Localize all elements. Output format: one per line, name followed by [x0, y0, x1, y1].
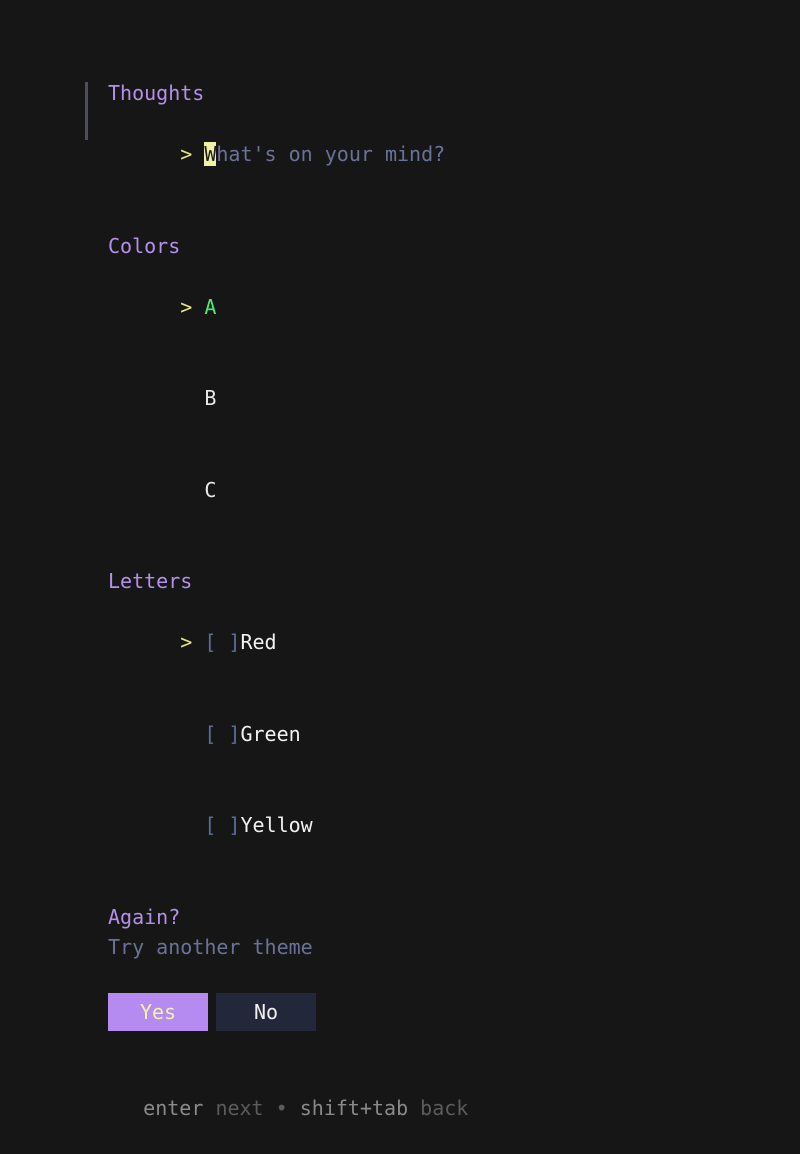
cursor-marker-placeholder — [180, 383, 204, 414]
select-option-b[interactable]: B — [108, 353, 800, 445]
multiselect-option-green[interactable]: [ ]Green — [108, 688, 800, 780]
text-cursor-block: W — [204, 142, 217, 166]
cursor-marker-icon: > — [180, 294, 193, 319]
checkbox-icon[interactable]: [ ] — [204, 722, 240, 746]
multiselect-option-label: Yellow — [240, 813, 313, 837]
keyboard-help-bar: enter next • shift+tab back — [143, 1095, 469, 1120]
cursor-marker-placeholder — [180, 475, 204, 506]
multiselect-option-red[interactable]: > [ ]Red — [108, 597, 800, 689]
confirm-prompt-block: Again? Try another theme Yes No — [0, 902, 800, 1031]
help-separator-dot: • — [275, 1095, 288, 1120]
confirm-prompt-subtitle: Try another theme — [108, 935, 313, 959]
select-prompt-block: Colors > A B C — [0, 231, 800, 536]
confirm-prompt-heading: Again? — [108, 904, 181, 929]
text-prompt-heading: Thoughts — [108, 81, 205, 105]
terminal-screen: Thoughts > What's on your mind? Colors > A… — [0, 0, 800, 1120]
multiselect-prompt-heading: Letters — [108, 569, 193, 593]
multiselect-option-yellow[interactable]: [ ]Yellow — [108, 780, 800, 872]
help-desc-back: back — [420, 1095, 469, 1120]
checkbox-icon[interactable]: [ ] — [204, 630, 240, 654]
active-prompt-accent-bar — [85, 82, 88, 140]
help-key-enter: enter — [143, 1095, 204, 1120]
multiselect-option-label: Green — [240, 721, 301, 746]
cursor-marker-icon: > — [180, 630, 193, 654]
select-option-label: B — [204, 386, 217, 410]
cursor-marker-icon: > — [180, 142, 193, 166]
select-option-label: C — [204, 477, 217, 502]
confirm-button-row: Yes No — [108, 992, 800, 1031]
select-option-label: A — [204, 294, 217, 319]
no-button[interactable]: No — [216, 992, 316, 1031]
select-option-c[interactable]: C — [108, 444, 800, 536]
help-key-shift-tab: shift+tab — [299, 1095, 409, 1120]
help-desc-next — [203, 1096, 215, 1120]
select-prompt-heading: Colors — [108, 233, 181, 258]
multiselect-option-label: Red — [240, 630, 277, 654]
text-input-placeholder: hat's on your mind? — [216, 142, 446, 166]
text-prompt-block: Thoughts > What's on your mind? — [0, 78, 800, 200]
select-option-a[interactable]: > A — [108, 261, 800, 353]
multiselect-prompt-block: Letters >[ ]Red [ ]Green [ ]Yellow — [0, 566, 800, 871]
checkbox-icon[interactable]: [ ] — [204, 813, 240, 837]
text-input-row[interactable]: > What's on your mind? — [108, 109, 800, 201]
cursor-marker-placeholder — [180, 810, 204, 841]
yes-button[interactable]: Yes — [108, 992, 208, 1031]
cursor-marker-placeholder — [180, 719, 204, 750]
